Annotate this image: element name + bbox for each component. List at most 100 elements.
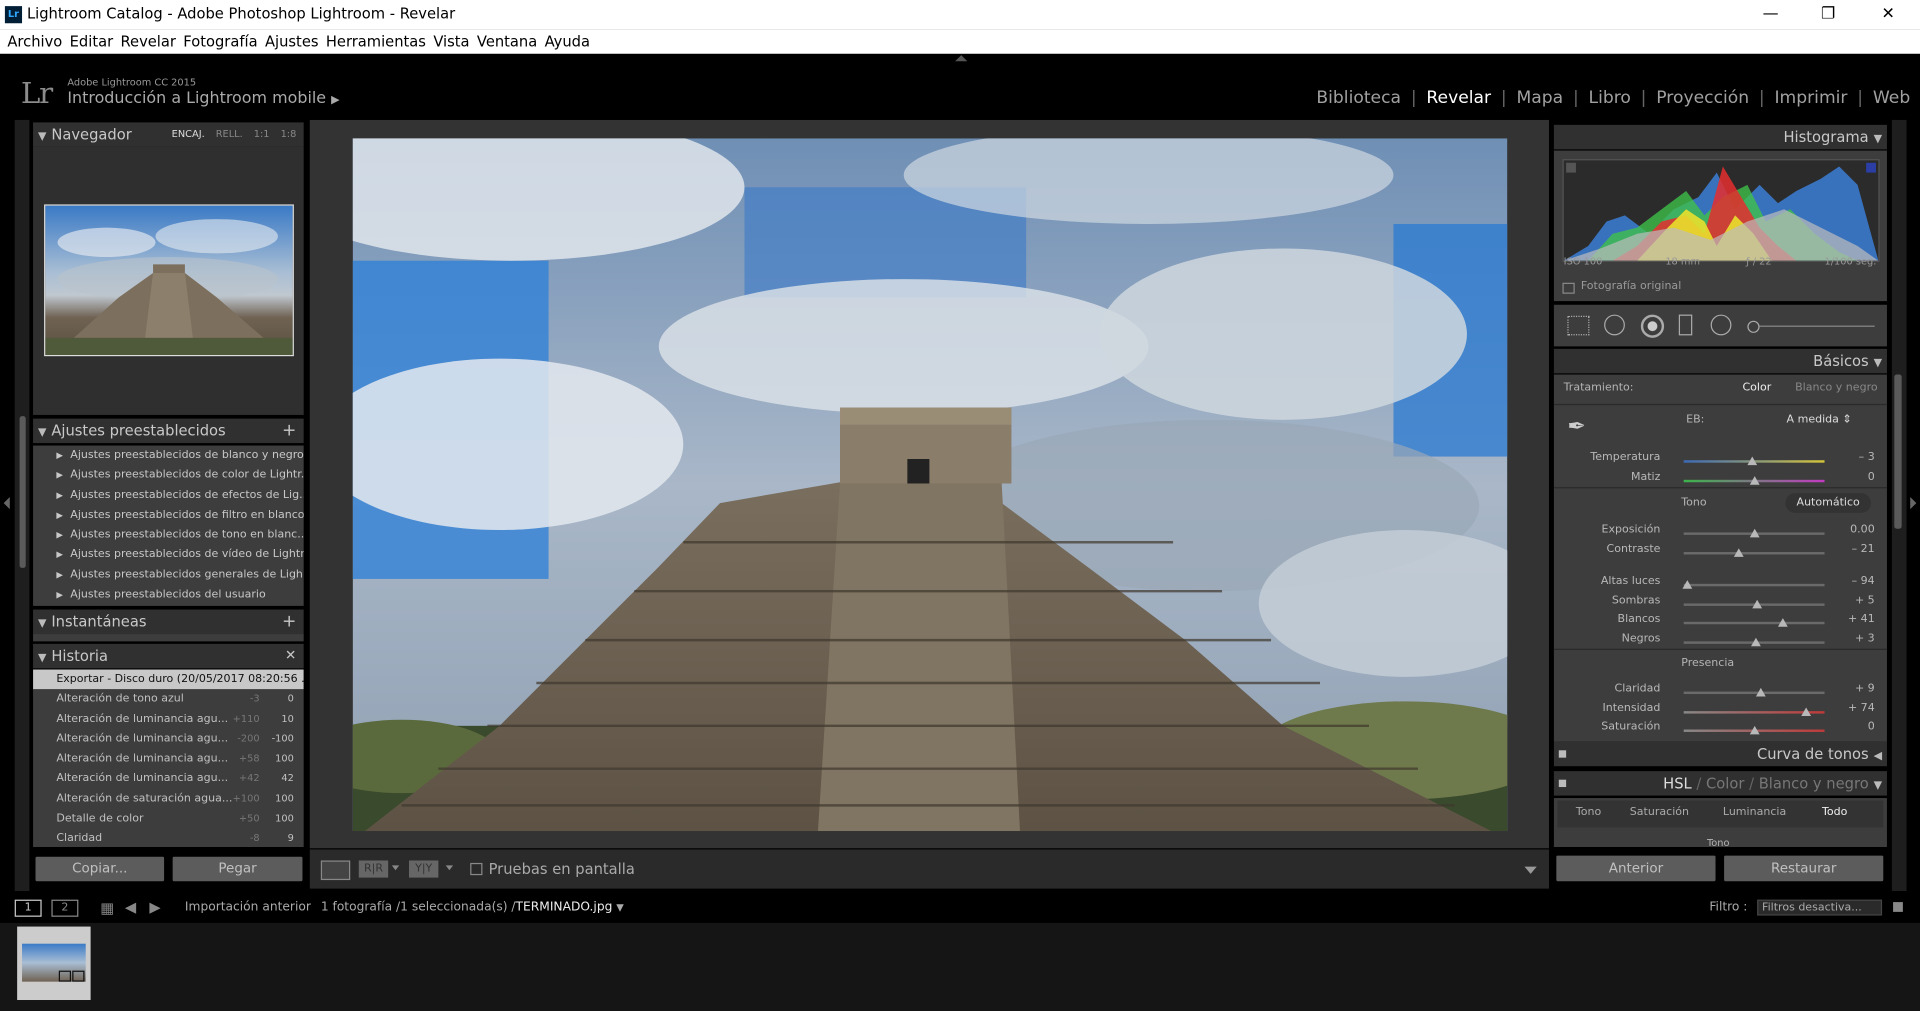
filmstrip-thumb-cell[interactable] — [17, 926, 91, 1001]
crop-icon[interactable] — [1567, 315, 1590, 336]
close-icon[interactable]: ✕ — [1876, 5, 1900, 23]
slider-thumb[interactable] — [1778, 618, 1788, 627]
back-arrow-icon[interactable]: ◀ — [125, 898, 136, 915]
history-step[interactable]: Alteración de luminancia agu... +42 42 — [33, 769, 304, 789]
filter-lock-icon[interactable] — [1893, 902, 1903, 912]
left-scrollbar[interactable] — [19, 416, 26, 568]
slider-value[interactable]: – 94 — [1826, 575, 1875, 587]
snapshots-header[interactable]: ▼ Instantáneas + — [33, 609, 304, 635]
slider-track[interactable] — [1683, 548, 1825, 557]
slider-track[interactable] — [1683, 599, 1825, 609]
preset-folder[interactable]: ▶ Ajustes preestablecidos generales de Li… — [33, 565, 303, 585]
preset-folder[interactable]: ▶ Ajustes preestablecidos de color de Lig… — [33, 465, 303, 485]
main-photo[interactable] — [352, 138, 1508, 832]
preset-folder[interactable]: ▶ Ajustes preestablecidos de tono en blan… — [33, 525, 303, 545]
preset-folder[interactable]: ▶ Ajustes preestablecidos de efectos de L… — [33, 485, 303, 505]
slider-track[interactable] — [1683, 618, 1825, 627]
menu-item-0[interactable]: Archivo — [7, 33, 62, 50]
shadow-clip-icon[interactable] — [1566, 162, 1576, 173]
module-1[interactable]: Revelar — [1417, 88, 1501, 108]
history-step[interactable]: Alteración de luminancia agu... -200 -100 — [33, 729, 304, 749]
module-4[interactable]: Proyección — [1646, 88, 1758, 108]
original-photo-checkbox[interactable] — [1562, 282, 1575, 294]
main-screen-button[interactable]: 1 — [14, 899, 42, 917]
slider-value[interactable]: + 9 — [1826, 683, 1875, 695]
compare-icon[interactable]: Y|Y — [408, 860, 439, 878]
dropdown-icon[interactable]: ▼ — [616, 902, 624, 913]
slider-thumb[interactable] — [1801, 707, 1812, 717]
module-6[interactable]: Web — [1863, 88, 1920, 108]
brush-icon[interactable] — [1747, 320, 1760, 333]
module-2[interactable]: Mapa — [1507, 88, 1573, 108]
tone-curve-header[interactable]: Curva de tonos ◀ — [1553, 741, 1887, 767]
slider-value[interactable]: 0.00 — [1826, 524, 1875, 536]
slider-track[interactable] — [1683, 456, 1825, 466]
menu-item-2[interactable]: Revelar — [120, 33, 175, 50]
menu-item-4[interactable]: Ajustes — [265, 33, 319, 50]
slider-track[interactable] — [1683, 580, 1825, 589]
paste-button[interactable]: Pegar — [172, 856, 303, 882]
preset-folder[interactable]: ▶ Ajustes preestablecidos de blanco y neg… — [33, 446, 303, 466]
left-panel-toggle-icon[interactable] — [3, 496, 10, 510]
slider-value[interactable]: + 74 — [1826, 703, 1875, 715]
history-step[interactable]: Alteración de luminancia agu... +58 100 — [33, 749, 304, 769]
filmstrip-filename[interactable]: TERMINADO.jpg — [516, 901, 613, 914]
zoom-option-0[interactable]: ENCAJ. — [172, 129, 205, 140]
slider-value[interactable]: 0 — [1826, 471, 1875, 483]
menu-item-6[interactable]: Vista — [433, 33, 469, 50]
slider-thumb[interactable] — [1749, 528, 1759, 538]
menu-item-5[interactable]: Herramientas — [326, 33, 426, 50]
radial-filter-icon[interactable] — [1710, 314, 1732, 336]
dropdown-icon[interactable] — [391, 865, 400, 871]
slider-thumb[interactable] — [1749, 725, 1759, 735]
presets-header[interactable]: ▼ Ajustes preestablecidos + — [33, 418, 304, 444]
menu-item-1[interactable]: Editar — [70, 33, 114, 50]
forward-arrow-icon[interactable]: ▶ — [149, 898, 160, 915]
slider-value[interactable]: + 41 — [1826, 613, 1875, 625]
histogram-header[interactable]: Histograma ▼ — [1553, 124, 1887, 150]
red-eye-icon[interactable] — [1640, 314, 1665, 338]
highlight-clip-icon[interactable] — [1866, 162, 1876, 173]
history-step[interactable]: Alteración de saturación agua... +100 100 — [33, 789, 304, 809]
auto-tone-button[interactable]: Automático — [1785, 493, 1872, 513]
graduated-filter-icon[interactable] — [1678, 314, 1693, 336]
identity-subtitle[interactable]: Introducción a Lightroom mobile ▶ — [67, 89, 339, 107]
module-5[interactable]: Imprimir — [1765, 88, 1858, 108]
add-preset-icon[interactable]: + — [282, 419, 296, 443]
add-snapshot-icon[interactable]: + — [282, 610, 296, 634]
navigator-thumbnail[interactable] — [44, 204, 294, 357]
hsl-subtab-3[interactable]: Todo — [1822, 807, 1847, 819]
previous-button[interactable]: Anterior — [1556, 855, 1716, 882]
grid-icon[interactable]: ▦ — [100, 900, 114, 917]
toolbar-menu-icon[interactable] — [1524, 866, 1537, 874]
basic-header[interactable]: Básicos ▼ — [1553, 348, 1887, 374]
preset-folder[interactable]: ▶ Ajustes preestablecidos de filtro en bl… — [33, 505, 303, 525]
menu-item-7[interactable]: Ventana — [477, 33, 537, 50]
slider-value[interactable]: – 21 — [1826, 543, 1875, 555]
before-after-icon[interactable]: R|R — [358, 860, 389, 878]
dropdown-icon[interactable] — [445, 865, 454, 871]
preset-folder[interactable]: ▶ Ajustes preestablecidos de vídeo de Lig… — [33, 545, 303, 565]
hsl-subtab-2[interactable]: Luminancia — [1723, 807, 1786, 819]
preset-folder[interactable]: ▶ Ajustes preestablecidos del usuario — [33, 585, 304, 605]
right-panel-toggle-icon[interactable] — [1910, 496, 1917, 510]
brush-size-slider[interactable] — [1759, 325, 1875, 327]
slider-value[interactable]: + 5 — [1826, 595, 1875, 607]
hsl-tab-2[interactable]: Blanco y negro — [1759, 775, 1869, 792]
history-header[interactable]: ▼ Historia ✕ — [33, 643, 304, 669]
reset-button[interactable]: Restaurar — [1724, 855, 1884, 882]
menu-item-8[interactable]: Ayuda — [545, 33, 590, 50]
slider-track[interactable] — [1683, 637, 1825, 647]
history-step[interactable]: Alteración de luminancia agu... +110 10 — [33, 709, 304, 729]
histogram-graph[interactable] — [1562, 159, 1880, 262]
loupe-view-icon[interactable] — [320, 860, 351, 881]
hsl-tab-1[interactable]: Color — [1706, 775, 1744, 792]
spot-removal-icon[interactable] — [1604, 314, 1625, 336]
hsl-subtab-1[interactable]: Saturación — [1630, 807, 1689, 819]
hsl-header[interactable]: HSL / Color / Blanco y negro ▼ — [1553, 771, 1887, 796]
slider-thumb[interactable] — [1749, 476, 1759, 485]
module-3[interactable]: Libro — [1579, 88, 1641, 108]
slider-thumb[interactable] — [1752, 599, 1763, 609]
top-panel-toggle-icon[interactable] — [955, 55, 968, 62]
toggle-switch-icon[interactable] — [1558, 750, 1567, 758]
